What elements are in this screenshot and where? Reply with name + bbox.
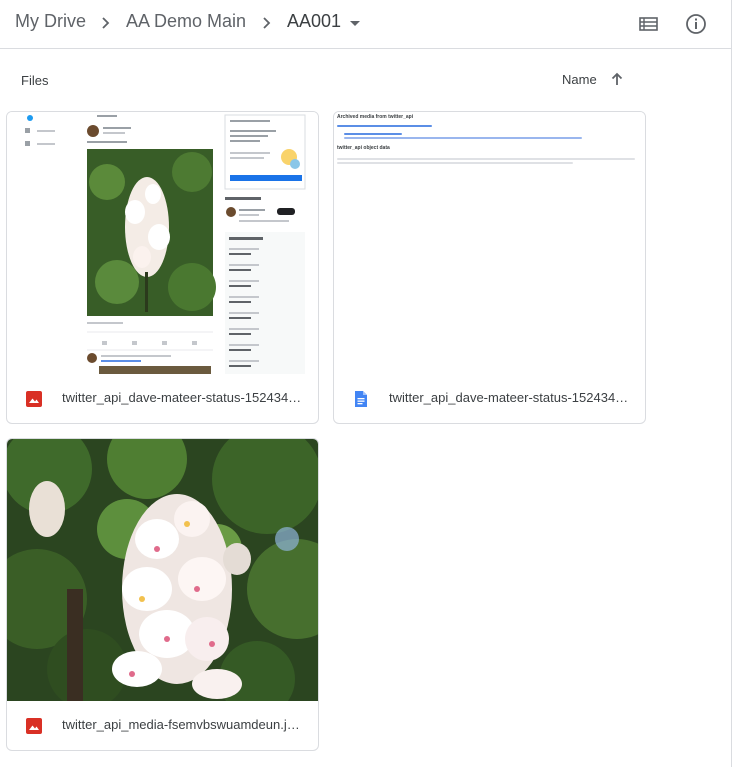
breadcrumb-current-folder[interactable]: AA001 bbox=[287, 11, 341, 32]
arrow-up-icon[interactable] bbox=[609, 71, 625, 87]
file-name: twitter_api_dave-mateer-status-152434… bbox=[389, 390, 629, 405]
list-view-icon[interactable] bbox=[636, 11, 662, 37]
flower-photo-preview bbox=[7, 439, 318, 701]
file-thumbnail bbox=[7, 439, 318, 701]
doc-preview-heading: Archived media from twitter_api bbox=[337, 114, 414, 120]
file-thumbnail bbox=[7, 112, 318, 374]
sort-by-name-button[interactable]: Name bbox=[562, 72, 597, 87]
window-edge bbox=[731, 0, 732, 767]
chevron-right-icon bbox=[263, 17, 271, 29]
tweet-screenshot-preview bbox=[7, 112, 318, 374]
doc-preview-subheading: twitter_api object data bbox=[337, 145, 390, 151]
file-thumbnail: Archived media from twitter_api twitter_… bbox=[334, 112, 645, 374]
file-name: twitter_api_media-fsemvbswuamdeun.j… bbox=[62, 717, 300, 732]
file-card[interactable]: twitter_api_dave-mateer-status-152434… bbox=[6, 111, 319, 424]
breadcrumb-aa-demo-main[interactable]: AA Demo Main bbox=[126, 11, 246, 32]
document-preview: Archived media from twitter_api twitter_… bbox=[334, 112, 645, 374]
file-card-footer: twitter_api_dave-mateer-status-152434… bbox=[7, 374, 318, 422]
files-section-label: Files bbox=[21, 73, 49, 88]
file-card-footer: twitter_api_dave-mateer-status-152434… bbox=[334, 374, 645, 422]
doc-file-icon bbox=[355, 391, 367, 407]
chevron-right-icon bbox=[102, 17, 110, 29]
file-name: twitter_api_dave-mateer-status-152434… bbox=[62, 390, 302, 405]
dropdown-arrow-icon[interactable] bbox=[349, 20, 361, 28]
breadcrumb-my-drive[interactable]: My Drive bbox=[15, 11, 86, 32]
image-file-icon bbox=[26, 718, 42, 734]
image-file-icon bbox=[26, 391, 42, 407]
info-icon[interactable] bbox=[683, 11, 709, 37]
file-card-footer: twitter_api_media-fsemvbswuamdeun.j… bbox=[7, 701, 318, 749]
file-card[interactable]: Archived media from twitter_api twitter_… bbox=[333, 111, 646, 424]
file-card[interactable]: twitter_api_media-fsemvbswuamdeun.j… bbox=[6, 438, 319, 751]
top-bar: My Drive AA Demo Main AA001 bbox=[0, 0, 731, 49]
